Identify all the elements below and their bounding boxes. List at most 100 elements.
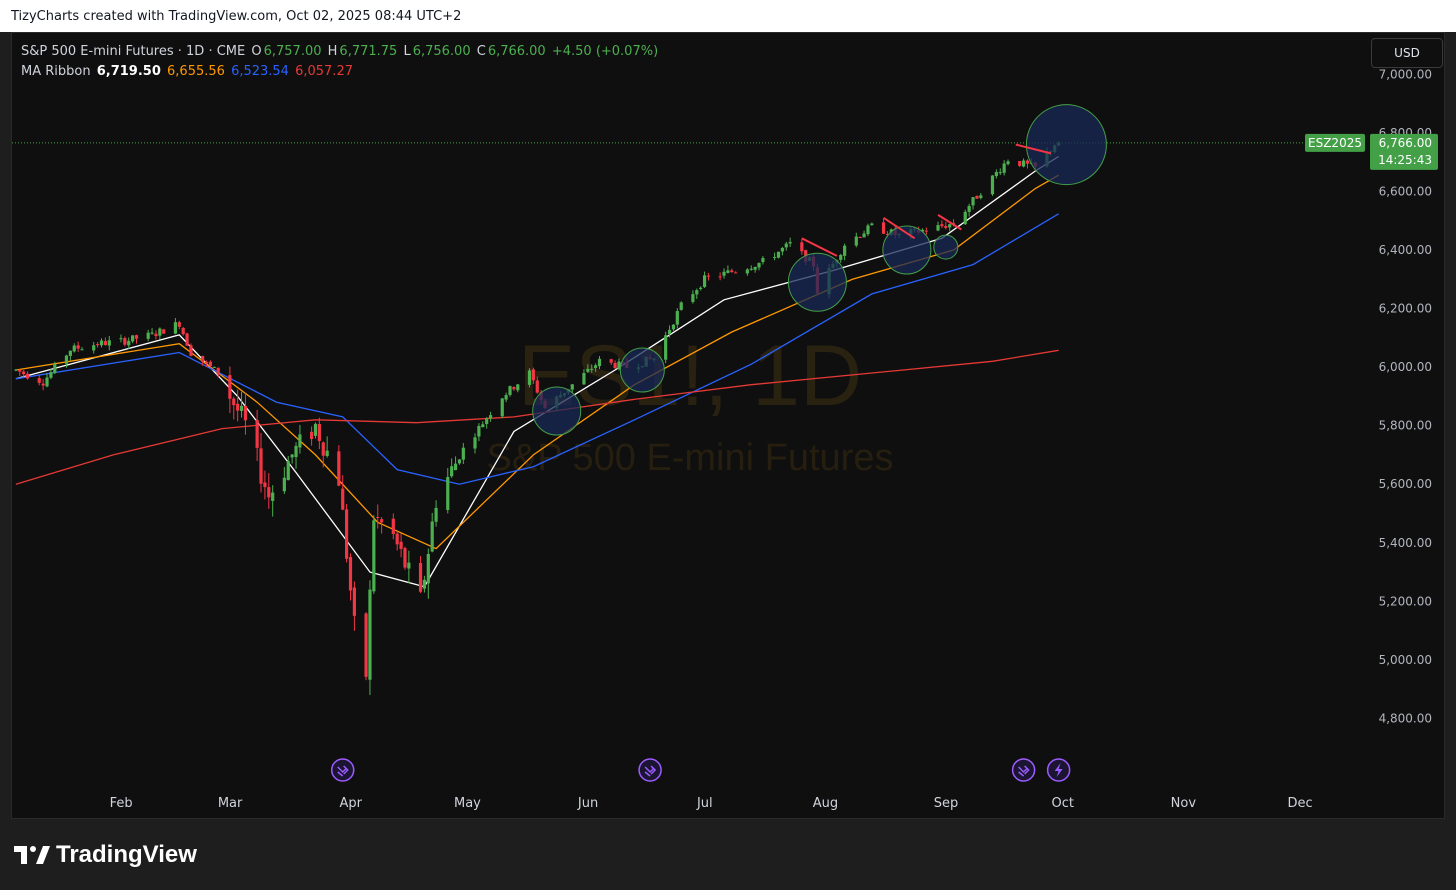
candle-body: [590, 368, 594, 370]
candle-body: [481, 424, 485, 428]
candle-body: [862, 233, 866, 238]
candle-body: [49, 372, 53, 378]
candle-body: [92, 345, 96, 351]
candle: [788, 237, 792, 247]
candle-body: [780, 247, 784, 252]
candle: [372, 515, 376, 594]
time-axis-label: Dec: [1287, 796, 1312, 811]
candle: [348, 553, 353, 601]
ma-ribbon-label[interactable]: MA Ribbon: [21, 64, 91, 79]
time-axis-label: Nov: [1171, 796, 1197, 811]
candle-body: [255, 419, 259, 448]
high-label: H: [327, 44, 338, 59]
candle: [866, 223, 870, 237]
candle-body: [212, 366, 216, 368]
ohlc-legend-row[interactable]: S&P 500 E-mini Futures · 1D · CME O 6,757…: [21, 42, 660, 62]
candle: [679, 301, 683, 311]
candle-body: [259, 448, 263, 484]
candle-body: [134, 335, 139, 339]
candle: [994, 169, 998, 179]
currency-button[interactable]: USD: [1371, 38, 1443, 68]
candle: [337, 445, 341, 487]
candle-body: [185, 333, 189, 346]
candle-body: [477, 425, 481, 437]
candle-body: [979, 195, 983, 198]
candle-body: [25, 373, 30, 379]
candle-body: [702, 275, 707, 287]
candle-body: [313, 423, 318, 436]
candle: [936, 221, 940, 232]
candle: [407, 550, 411, 584]
candle: [154, 330, 158, 340]
candle: [990, 175, 995, 196]
ma-legend-row[interactable]: MA Ribbon 6,719.50 6,655.56 6,523.54 6,0…: [21, 62, 660, 82]
highlight-circle: [787, 252, 847, 312]
candle-body: [181, 327, 185, 335]
candle-body: [286, 461, 290, 481]
candle: [216, 367, 220, 378]
candle: [753, 266, 757, 273]
chart-canvas[interactable]: ES1!, 1DS&P 500 E-mini Futures 7,000.006…: [0, 0, 1456, 890]
candle: [784, 241, 788, 251]
candle: [37, 375, 41, 386]
candle: [422, 575, 427, 593]
candle: [399, 533, 403, 558]
candle: [228, 366, 232, 414]
candle-body: [341, 488, 345, 510]
candle-body: [22, 371, 26, 375]
price-axis-label: 6,400.00: [1379, 243, 1432, 257]
candle-body: [870, 223, 874, 226]
legend: S&P 500 E-mini Futures · 1D · CME O 6,757…: [21, 42, 660, 82]
candle-body: [376, 516, 380, 518]
candle: [1022, 158, 1026, 168]
candle: [25, 371, 30, 380]
price-axis-label: 6,200.00: [1379, 302, 1432, 316]
price-axis-label: 5,200.00: [1379, 594, 1432, 608]
candle: [162, 328, 166, 334]
candle-body: [267, 487, 271, 498]
candle: [940, 220, 944, 229]
candle-body: [761, 257, 765, 263]
candle: [259, 432, 263, 493]
candle-body: [271, 492, 275, 501]
candle: [18, 369, 22, 376]
candle: [321, 441, 325, 468]
candle-body: [504, 395, 508, 400]
candle: [527, 368, 532, 388]
candle-body: [994, 172, 998, 177]
price-axis-label: 6,600.00: [1379, 184, 1432, 198]
candle: [41, 379, 45, 391]
candle: [504, 392, 508, 403]
candle-body: [162, 329, 166, 334]
candle: [434, 500, 438, 527]
ma3-value: 6,523.54: [231, 64, 289, 79]
open-label: O: [251, 44, 262, 59]
candle-body: [76, 345, 80, 349]
candle: [1025, 159, 1030, 169]
time-axis-label: Aug: [813, 796, 838, 811]
candle: [418, 556, 423, 594]
dividend-event-icon[interactable]: [1011, 758, 1036, 782]
candle-body: [395, 533, 399, 545]
lightning-event-icon[interactable]: [1046, 758, 1071, 782]
highlight-circle: [1025, 104, 1107, 186]
candle-body: [14, 369, 18, 371]
candle-body: [531, 369, 535, 381]
price-axis-label: 5,000.00: [1379, 653, 1432, 667]
candle: [317, 417, 321, 450]
candle: [45, 372, 49, 388]
candle: [376, 504, 380, 529]
candle-body: [177, 322, 181, 327]
dividend-event-icon[interactable]: [330, 758, 355, 782]
candle: [843, 243, 847, 261]
candle: [150, 328, 154, 335]
candle-body: [730, 270, 734, 273]
price-axis-label: 5,400.00: [1379, 536, 1432, 550]
dividend-event-icon[interactable]: [638, 758, 662, 782]
symbol-description[interactable]: S&P 500 E-mini Futures · 1D · CME: [21, 44, 245, 59]
candle: [185, 332, 189, 346]
candle: [380, 517, 384, 534]
candle-body: [236, 403, 240, 411]
candle-body: [924, 230, 928, 232]
candle-body: [430, 521, 434, 552]
